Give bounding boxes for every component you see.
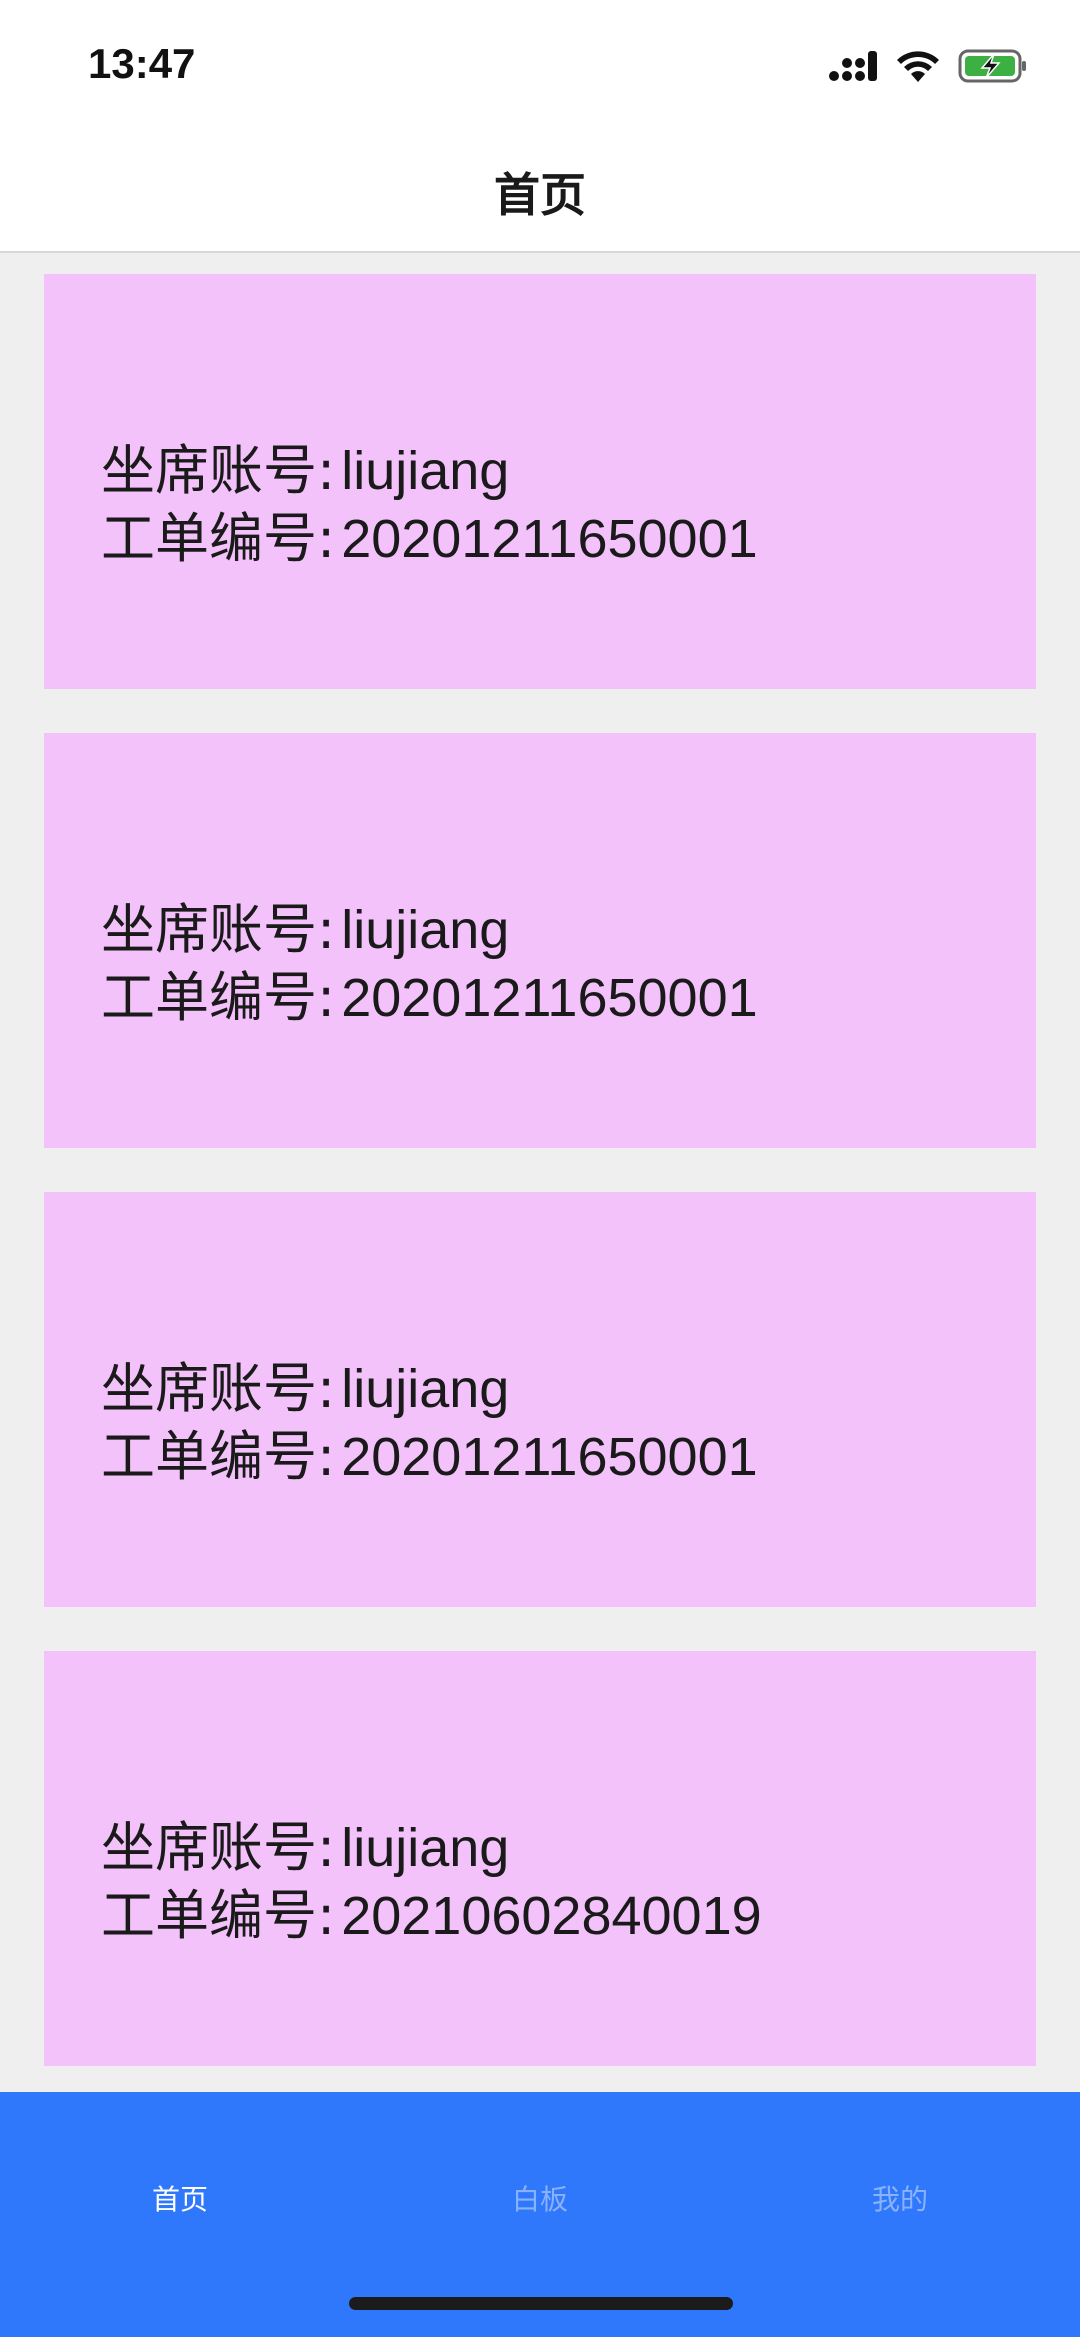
work-order-card[interactable]: 坐席账号: liujiang 工单编号: 20201211650001 — [44, 1192, 1036, 1607]
account-value: liujiang — [341, 1359, 510, 1419]
order-label: 工单编号: — [101, 966, 336, 1029]
order-row: 工单编号: 20210602840019 — [101, 1882, 762, 1950]
status-time: 13:47 — [88, 40, 196, 87]
home-indicator[interactable] — [349, 2297, 733, 2310]
nav-bar: 首页 — [0, 132, 1080, 253]
status-icons — [828, 46, 1028, 90]
account-label: 坐席账号: — [101, 439, 336, 502]
account-row: 坐席账号: liujiang — [101, 896, 509, 964]
order-value: 20201211650001 — [341, 1427, 758, 1487]
order-value: 20201211650001 — [341, 509, 758, 569]
order-row: 工单编号: 20201211650001 — [101, 1423, 758, 1491]
work-order-card[interactable]: 坐席账号: liujiang 工单编号: 20201211650001 — [44, 274, 1036, 689]
order-row: 工单编号: 20201211650001 — [101, 505, 758, 573]
page-title: 首页 — [494, 167, 586, 222]
order-value: 20210602840019 — [341, 1886, 762, 1946]
account-label: 坐席账号: — [101, 1816, 336, 1879]
account-label: 坐席账号: — [101, 1357, 336, 1420]
account-row: 坐席账号: liujiang — [101, 437, 509, 505]
order-label: 工单编号: — [101, 1884, 336, 1947]
account-value: liujiang — [341, 900, 510, 960]
tab-mine[interactable]: 我的 — [720, 2178, 1080, 2218]
order-label: 工单编号: — [101, 1425, 336, 1488]
order-row: 工单编号: 20201211650001 — [101, 964, 758, 1032]
account-value: liujiang — [341, 441, 510, 501]
screen: 13:47 首页 坐席账号: liujiang 工单编号: 2020121165… — [0, 0, 1080, 2337]
account-row: 坐席账号: liujiang — [101, 1814, 509, 1882]
work-order-card[interactable]: 坐席账号: liujiang 工单编号: 20210602840019 — [44, 1651, 1036, 2066]
wifi-icon — [896, 49, 940, 87]
order-value: 20201211650001 — [341, 968, 758, 1028]
account-label: 坐席账号: — [101, 898, 336, 961]
tab-whiteboard[interactable]: 白板 — [360, 2178, 720, 2218]
tab-home[interactable]: 首页 — [0, 2178, 360, 2218]
order-label: 工单编号: — [101, 507, 336, 570]
account-value: liujiang — [341, 1818, 510, 1878]
battery-charging-icon — [958, 48, 1028, 88]
work-order-card[interactable]: 坐席账号: liujiang 工单编号: 20201211650001 — [44, 733, 1036, 1148]
account-row: 坐席账号: liujiang — [101, 1355, 509, 1423]
status-bar: 13:47 — [0, 0, 1080, 132]
cellular-signal-icon — [828, 49, 878, 87]
